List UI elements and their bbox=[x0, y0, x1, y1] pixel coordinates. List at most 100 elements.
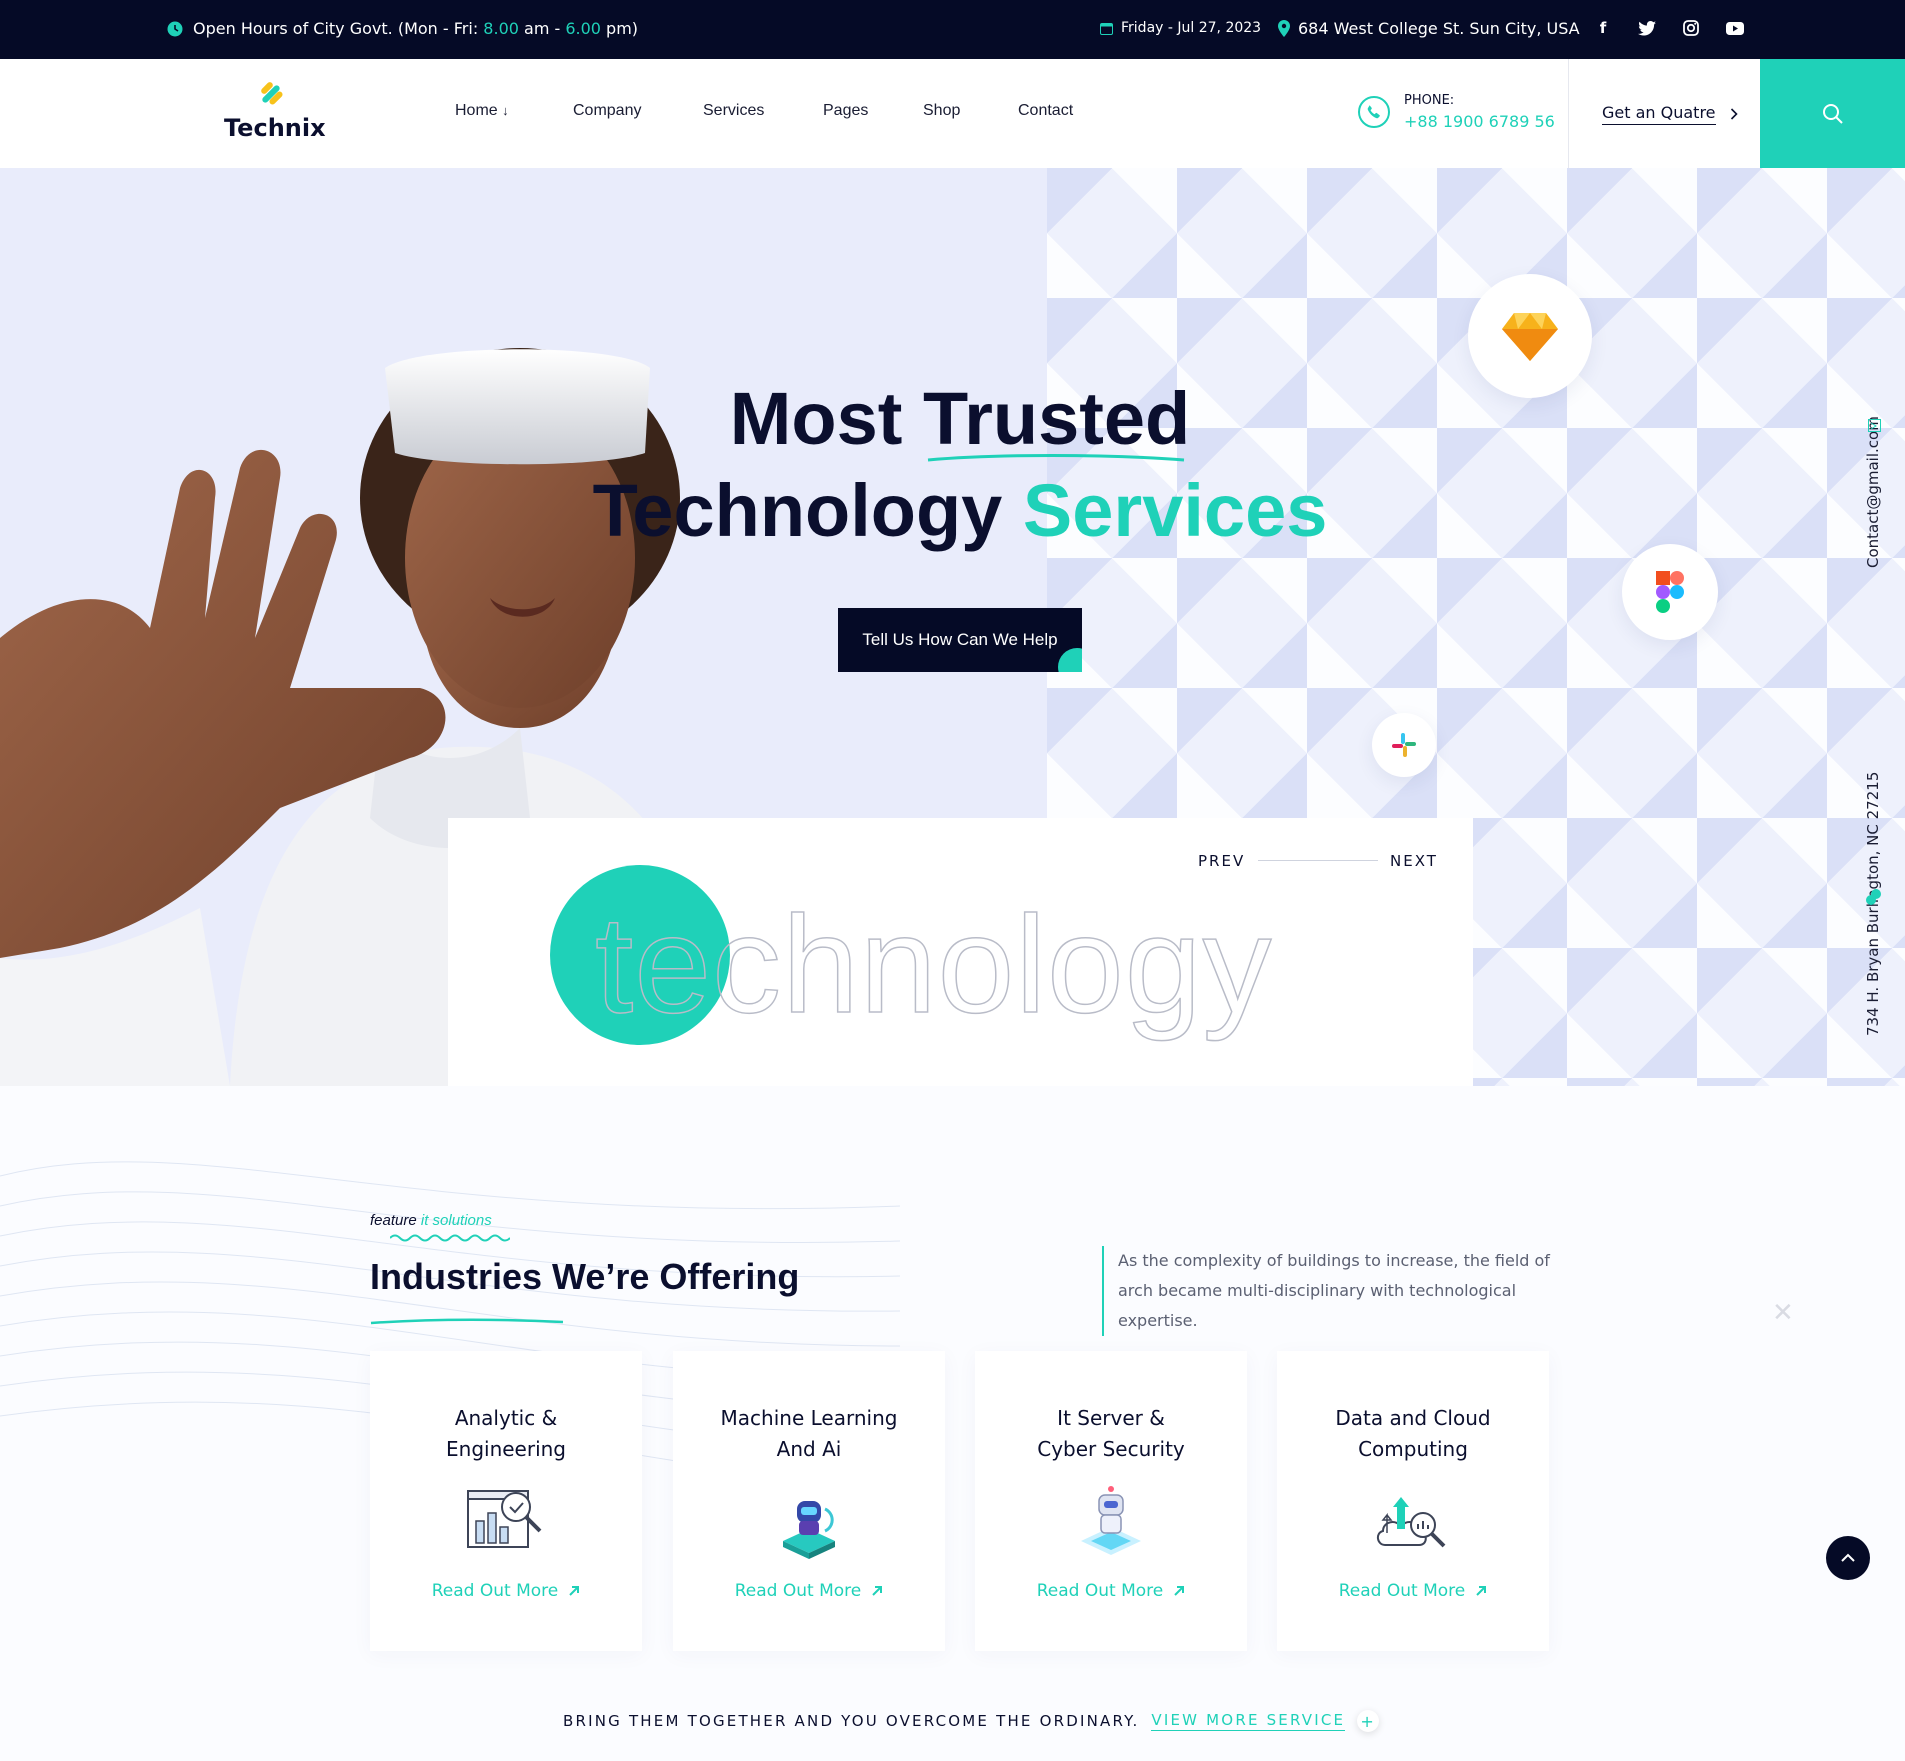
location-pin-icon bbox=[1278, 20, 1290, 37]
sketch-icon bbox=[1502, 313, 1558, 361]
service-card[interactable]: Data and Cloud Computing Read Out More bbox=[1277, 1351, 1549, 1651]
tag-solutions: it solutions bbox=[420, 1212, 492, 1229]
slider-next[interactable]: NEXT bbox=[1390, 852, 1438, 870]
help-button[interactable]: Tell Us How Can We Help bbox=[838, 608, 1082, 672]
section-tag: feature it solutions bbox=[370, 1212, 492, 1229]
brand-logo[interactable]: Technix bbox=[224, 80, 326, 142]
side-email-text: Contact@gmail.com bbox=[1864, 416, 1882, 568]
figma-icon bbox=[1656, 571, 1684, 613]
search-icon bbox=[1822, 103, 1843, 124]
card-title: Data and Cloud Computing bbox=[1335, 1406, 1491, 1461]
robot-icon bbox=[783, 1501, 835, 1559]
industries-section: feature it solutions Industries We’re Of… bbox=[0, 1086, 1905, 1761]
bring-text: BRING THEM TOGETHER AND YOU OVERCOME THE… bbox=[563, 1712, 1140, 1730]
arrow-up-right-icon bbox=[872, 1586, 883, 1596]
map-marker-icon bbox=[1866, 889, 1881, 905]
outline-word: technology bbox=[594, 887, 1273, 1043]
hero-title-line2a: Technology bbox=[592, 469, 1023, 552]
close-icon[interactable]: ✕ bbox=[1772, 1298, 1794, 1328]
get-quote-link[interactable]: Get an Quatre bbox=[1602, 103, 1738, 125]
read-more-link[interactable]: Read Out More bbox=[1277, 1581, 1549, 1601]
help-button-label: Tell Us How Can We Help bbox=[862, 630, 1058, 649]
read-more-link[interactable]: Read Out More bbox=[975, 1581, 1247, 1601]
hero-slider-panel: PREV NEXT technology bbox=[448, 818, 1473, 1086]
youtube-icon[interactable] bbox=[1724, 17, 1746, 39]
brand-name: Technix bbox=[224, 114, 326, 142]
service-card[interactable]: Machine Learning And Ai Read Out More bbox=[673, 1351, 945, 1651]
view-more-service-link[interactable]: VIEW MORE SERVICE bbox=[1151, 1711, 1346, 1731]
nav-home-label: Home bbox=[455, 102, 498, 119]
section-heading: Industries We’re Offering bbox=[370, 1256, 800, 1297]
slider-divider bbox=[1258, 860, 1378, 861]
current-date: Friday - Jul 27, 2023 bbox=[1100, 20, 1261, 36]
primary-menu: Home ↓ Company Services Pages Shop Conta… bbox=[455, 102, 1108, 120]
nav-home[interactable]: Home ↓ bbox=[455, 102, 573, 120]
hours-start: 8.00 bbox=[483, 19, 519, 38]
nav-services[interactable]: Services bbox=[703, 102, 823, 120]
clock-icon bbox=[167, 21, 183, 36]
twitter-icon[interactable] bbox=[1636, 17, 1658, 39]
card-title: It Server & Cyber Security bbox=[1037, 1406, 1185, 1461]
phone-number: +88 1900 6789 56 bbox=[1404, 112, 1555, 131]
mail-icon bbox=[1868, 419, 1881, 432]
read-more-label: Read Out More bbox=[431, 1581, 559, 1601]
top-address: 684 West College St. Sun City, USA bbox=[1278, 19, 1580, 38]
hours-end: 6.00 bbox=[565, 19, 601, 38]
server-robot-icon bbox=[1081, 1486, 1141, 1555]
top-bar: Open Hours of City Govt. (Mon - Fri: 8.0… bbox=[0, 0, 1905, 59]
hero-title-line2b: Services bbox=[1022, 469, 1328, 552]
phone-contact[interactable]: PHONE: +88 1900 6789 56 bbox=[1358, 93, 1555, 131]
nav-shop[interactable]: Shop bbox=[923, 102, 1018, 120]
title-underline bbox=[927, 454, 1185, 462]
chevron-up-icon bbox=[1841, 1553, 1855, 1562]
heading-underline bbox=[370, 1318, 564, 1325]
nav-divider bbox=[1568, 59, 1569, 168]
nav-contact[interactable]: Contact bbox=[1018, 102, 1108, 120]
arrow-up-right-icon bbox=[1476, 1586, 1487, 1596]
cloud-data-icon bbox=[1377, 1497, 1446, 1548]
instagram-icon[interactable] bbox=[1680, 17, 1702, 39]
arrow-up-right-icon bbox=[569, 1586, 580, 1596]
hours-suffix: pm) bbox=[600, 19, 639, 38]
get-quote-label: Get an Quatre bbox=[1602, 103, 1716, 125]
hours-prefix: Open Hours of City Govt. (Mon - Fri: bbox=[193, 19, 484, 38]
read-more-link[interactable]: Read Out More bbox=[370, 1581, 642, 1601]
search-button[interactable] bbox=[1760, 59, 1905, 168]
read-more-link[interactable]: Read Out More bbox=[673, 1581, 945, 1601]
plus-icon[interactable]: + bbox=[1357, 1710, 1380, 1732]
read-more-label: Read Out More bbox=[1338, 1581, 1466, 1601]
button-accent bbox=[1058, 648, 1082, 672]
service-card[interactable]: Analytic & Engineering Read Out More bbox=[370, 1351, 642, 1651]
slack-icon bbox=[1392, 733, 1416, 757]
date-text: Friday - Jul 27, 2023 bbox=[1121, 20, 1262, 36]
logo-mark-icon bbox=[261, 82, 283, 105]
phone-icon bbox=[1358, 96, 1390, 128]
tag-feature: feature bbox=[370, 1212, 417, 1229]
chevron-down-icon: ↓ bbox=[502, 103, 509, 118]
figma-badge bbox=[1622, 544, 1718, 640]
hours-mid: am - bbox=[518, 19, 566, 38]
section-description: As the complexity of buildings to increa… bbox=[1102, 1246, 1562, 1336]
sketch-badge bbox=[1468, 274, 1592, 398]
address-text: 684 West College St. Sun City, USA bbox=[1298, 19, 1580, 38]
card-title: Analytic & Engineering bbox=[446, 1406, 566, 1461]
scroll-to-top-button[interactable] bbox=[1826, 1536, 1870, 1580]
slack-badge bbox=[1372, 713, 1436, 777]
tag-squiggle bbox=[390, 1234, 510, 1242]
nav-pages[interactable]: Pages bbox=[823, 102, 923, 120]
analytics-icon bbox=[467, 1490, 542, 1548]
card-title: Machine Learning And Ai bbox=[720, 1406, 898, 1461]
service-card[interactable]: It Server & Cyber Security Read Out More bbox=[975, 1351, 1247, 1651]
slider-prev[interactable]: PREV bbox=[1198, 852, 1245, 870]
arrow-up-right-icon bbox=[1174, 1586, 1185, 1596]
side-email[interactable]: Contact@gmail.com bbox=[1862, 408, 1886, 568]
calendar-icon bbox=[1100, 22, 1113, 35]
chevron-right-icon bbox=[1730, 108, 1738, 120]
phone-label: PHONE: bbox=[1404, 93, 1455, 108]
facebook-icon[interactable]: f bbox=[1592, 17, 1614, 39]
open-hours: Open Hours of City Govt. (Mon - Fri: 8.0… bbox=[167, 19, 638, 38]
read-more-label: Read Out More bbox=[734, 1581, 862, 1601]
nav-company[interactable]: Company bbox=[573, 102, 703, 120]
bring-together-cta: BRING THEM TOGETHER AND YOU OVERCOME THE… bbox=[563, 1710, 1380, 1732]
social-links: f bbox=[1592, 17, 1746, 39]
